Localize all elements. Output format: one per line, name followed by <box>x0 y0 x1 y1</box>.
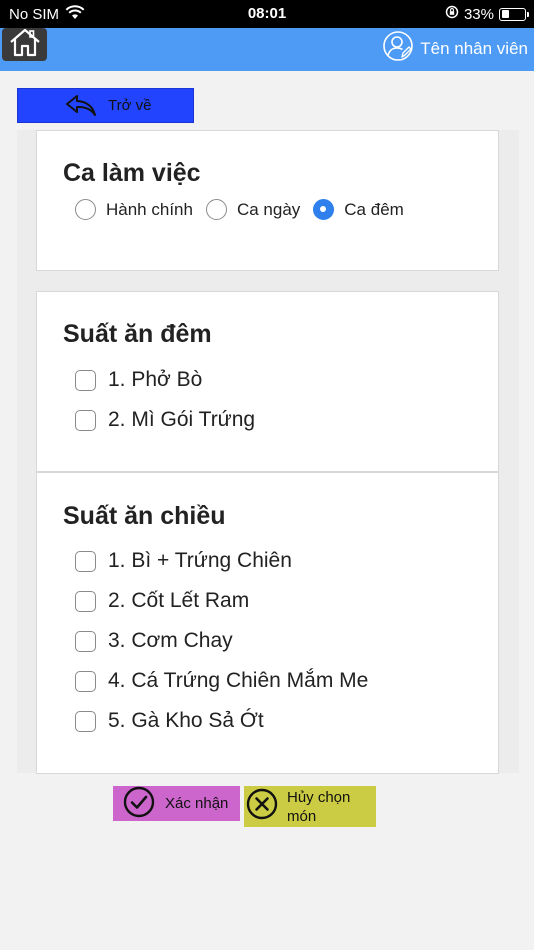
afternoon-meal-item[interactable]: 5. Gà Kho Sả Ớt <box>75 709 264 733</box>
checkbox[interactable] <box>75 670 96 692</box>
checkbox[interactable] <box>75 409 96 431</box>
meal-label: 1. Bì + Trứng Chiên <box>108 549 292 572</box>
night-meal-item[interactable]: 2. Mì Gói Trứng <box>75 408 255 432</box>
checkbox[interactable] <box>75 590 96 612</box>
radio-ca-ngay[interactable]: Ca ngày <box>205 199 301 220</box>
battery-icon <box>499 7 529 21</box>
meal-label: 2. Mì Gói Trứng <box>108 408 256 431</box>
afternoon-meal-card: Suất ăn chiều 1. Bì + Trứng Chiên 2. Cốt… <box>36 472 499 774</box>
shift-card: Ca làm việc Hành chính Ca ngày Ca đêm <box>36 130 499 271</box>
afternoon-meal-item[interactable]: 4. Cá Trứng Chiên Mắm Me <box>75 669 368 693</box>
meal-label: 3. Cơm Chay <box>108 629 233 652</box>
cancel-label-line2: món <box>287 807 317 825</box>
orientation-lock-icon <box>445 5 459 23</box>
afternoon-meal-item[interactable]: 2. Cốt Lết Ram <box>75 589 249 613</box>
back-label: Trở về <box>108 97 152 114</box>
radio-button-selected[interactable] <box>313 199 335 220</box>
user-name-label: Tên nhân viên <box>420 38 528 58</box>
cancel-label: Hủy chọn món <box>287 788 350 826</box>
night-meal-card: Suất ăn đêm 1. Phở Bò 2. Mì Gói Trứng <box>36 291 499 472</box>
radio-ca-dem[interactable]: Ca đêm <box>313 199 404 220</box>
radio-label: Ca ngày <box>236 199 301 219</box>
battery-percent: 33% <box>463 5 494 23</box>
battery-area: 33% <box>445 5 529 23</box>
check-circle-icon <box>123 786 155 822</box>
checkbox[interactable] <box>75 630 96 652</box>
content-area: Ca làm việc Hành chính Ca ngày Ca đêm Su… <box>17 130 519 774</box>
cancel-selection-button[interactable]: Hủy chọn món <box>244 786 376 827</box>
battery-level <box>501 10 509 18</box>
meal-label: 5. Gà Kho Sả Ớt <box>108 709 264 732</box>
meal-label: 1. Phở Bò <box>108 368 203 391</box>
radio-button[interactable] <box>75 199 96 220</box>
confirm-button[interactable]: Xác nhận <box>113 786 240 821</box>
user-icon <box>382 30 414 67</box>
back-arrow-icon <box>66 95 96 116</box>
radio-label: Hành chính <box>106 199 193 219</box>
radio-label: Ca đêm <box>344 199 404 219</box>
user-profile[interactable]: Tên nhân viên <box>382 30 528 67</box>
checkbox[interactable] <box>75 710 96 732</box>
meal-label: 4. Cá Trứng Chiên Mắm Me <box>108 669 369 692</box>
shift-title: Ca làm việc <box>63 159 201 187</box>
afternoon-meal-item[interactable]: 3. Cơm Chay <box>75 629 233 653</box>
radio-hanh-chinh[interactable]: Hành chính <box>75 199 193 220</box>
status-bar: No SIM 08:01 33% <box>0 0 534 28</box>
night-meal-title: Suất ăn đêm <box>63 320 212 348</box>
home-icon <box>8 27 42 62</box>
checkbox[interactable] <box>75 550 96 572</box>
close-circle-icon <box>246 788 278 825</box>
cancel-label-line1: Hủy chọn <box>287 788 351 806</box>
afternoon-meal-title: Suất ăn chiều <box>63 502 226 530</box>
afternoon-meal-item[interactable]: 1. Bì + Trứng Chiên <box>75 549 292 573</box>
night-meal-item[interactable]: 1. Phở Bò <box>75 368 202 392</box>
checkbox[interactable] <box>75 369 96 391</box>
app-header: Tên nhân viên <box>0 28 534 71</box>
home-button[interactable] <box>2 28 47 61</box>
meal-label: 2. Cốt Lết Ram <box>108 589 250 612</box>
radio-button[interactable] <box>205 199 227 220</box>
shift-radio-group: Hành chính Ca ngày Ca đêm <box>75 199 417 220</box>
back-button[interactable]: Trở về <box>17 88 194 123</box>
confirm-label: Xác nhận <box>165 795 229 812</box>
